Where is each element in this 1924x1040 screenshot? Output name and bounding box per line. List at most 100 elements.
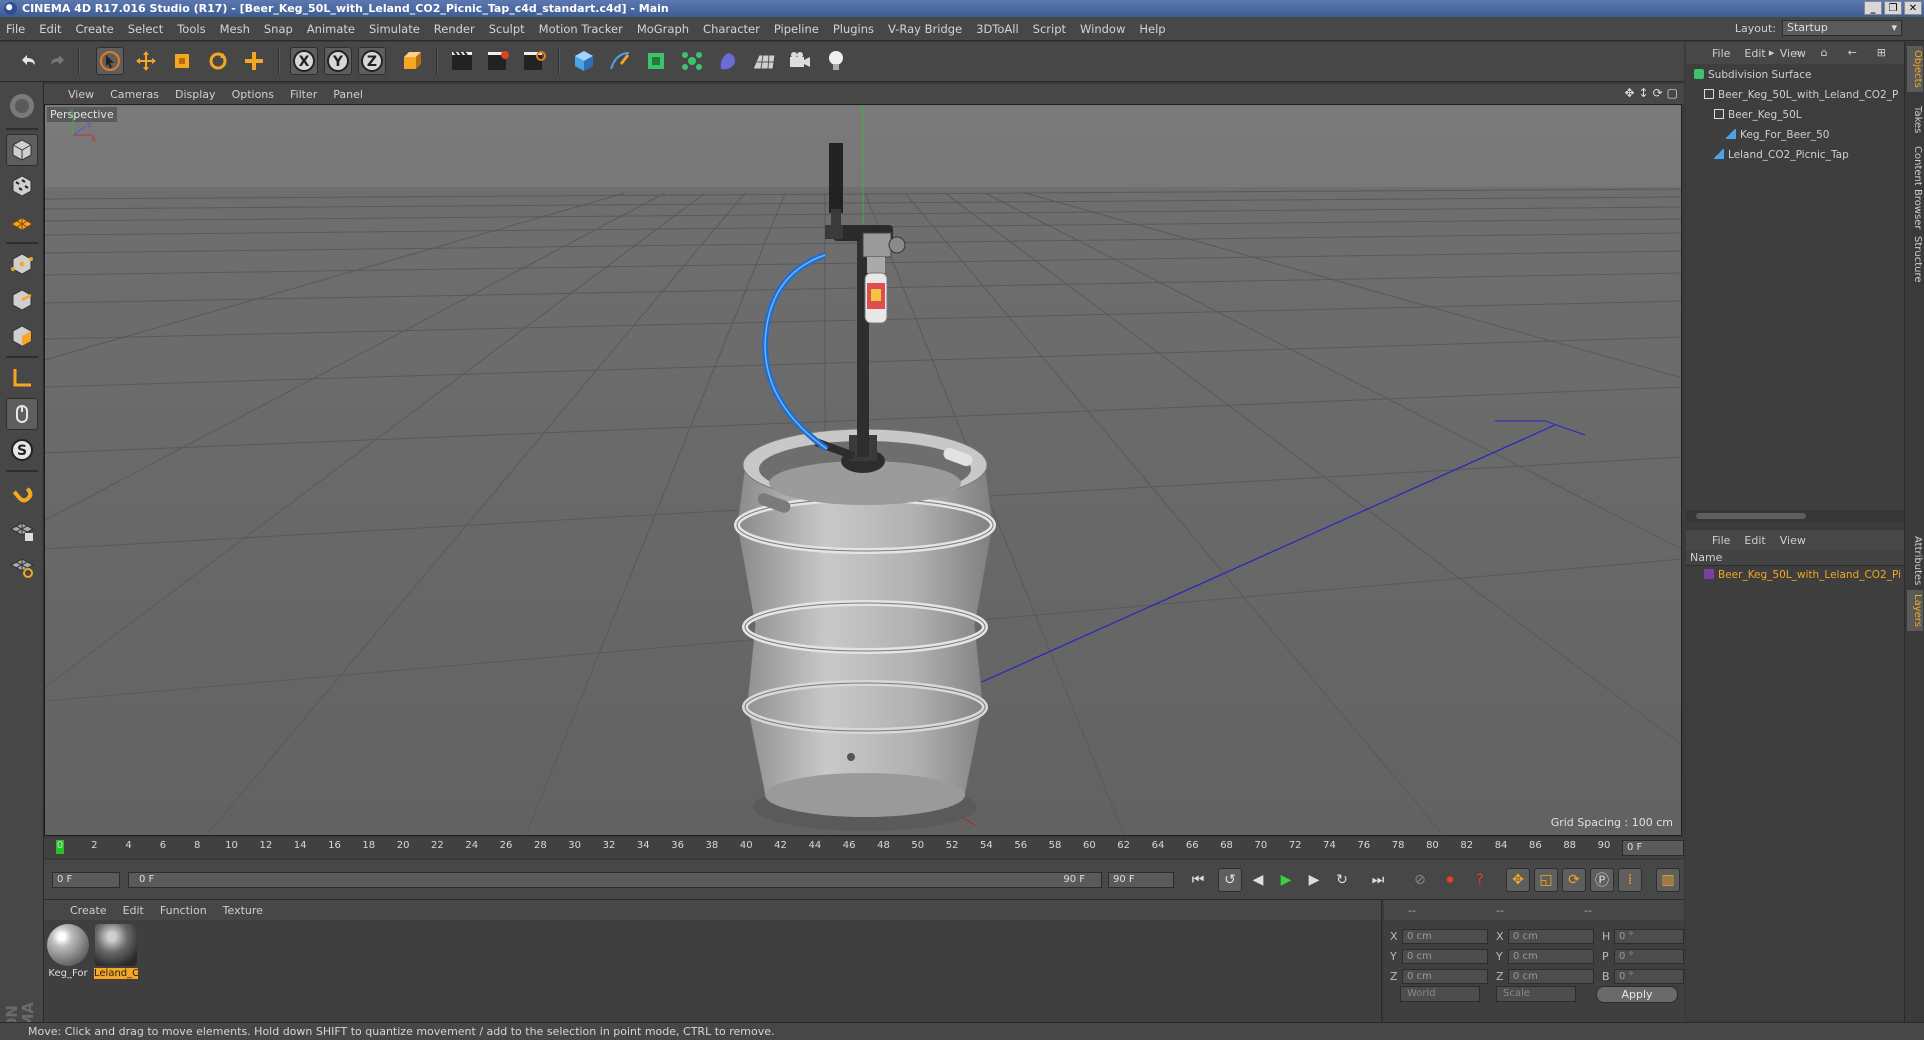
viewport-menu-cameras[interactable]: Cameras <box>110 88 159 101</box>
coord-field[interactable]: 0 ° <box>1614 948 1684 964</box>
light-icon[interactable] <box>822 47 850 75</box>
menu-simulate[interactable]: Simulate <box>369 22 420 36</box>
layer-menu-file[interactable]: File <box>1712 534 1730 547</box>
workplane-mode-icon[interactable] <box>6 206 38 238</box>
floor-icon[interactable] <box>750 47 778 75</box>
model-mode-icon[interactable] <box>6 134 38 166</box>
key-pla-icon[interactable]: ⁞ <box>1618 868 1642 892</box>
cinema4d-logo-icon[interactable] <box>6 90 38 122</box>
viewport-menu-panel[interactable]: Panel <box>333 88 363 101</box>
locked-workplane-icon[interactable] <box>6 550 38 582</box>
edit-render-settings-icon[interactable] <box>520 47 548 75</box>
object-menu-edit[interactable]: Edit <box>1744 47 1765 60</box>
coord-system-icon[interactable] <box>398 47 426 75</box>
object-tree-scrollbar[interactable] <box>1686 510 1904 522</box>
subdivision-icon[interactable] <box>642 47 670 75</box>
next-key-icon[interactable]: ↻ <box>1330 868 1354 892</box>
viewport-menu-filter[interactable]: Filter <box>290 88 317 101</box>
timeline-window-icon[interactable]: ▥ <box>1656 868 1680 892</box>
layout-dropdown[interactable]: Startup <box>1782 20 1902 36</box>
expand-icon[interactable]: ⊞ <box>1877 46 1886 60</box>
menu-file[interactable]: File <box>6 22 25 36</box>
menu-3dtoall[interactable]: 3DToAll <box>976 22 1019 36</box>
z-axis-icon[interactable]: Z <box>358 47 386 75</box>
render-view-icon[interactable] <box>448 47 476 75</box>
menu-snap[interactable]: Snap <box>264 22 293 36</box>
menu-script[interactable]: Script <box>1033 22 1066 36</box>
deformer-icon[interactable] <box>714 47 742 75</box>
menu-plugins[interactable]: Plugins <box>833 22 874 36</box>
add-icon[interactable] <box>240 47 268 75</box>
home-icon[interactable]: ⌂ <box>1821 46 1828 60</box>
coord-field[interactable]: 0 cm <box>1508 928 1594 944</box>
tree-item-beer-keg-group[interactable]: Beer_Keg_50L_with_Leland_CO2_P <box>1686 86 1904 104</box>
restore-button[interactable]: ❐ <box>1884 1 1902 15</box>
menu-sculpt[interactable]: Sculpt <box>489 22 525 36</box>
viewport-menu-display[interactable]: Display <box>175 88 216 101</box>
tree-item-keg-for-beer[interactable]: Keg_For_Beer_50 <box>1686 126 1904 144</box>
menu-create[interactable]: Create <box>76 22 114 36</box>
maximize-icon[interactable]: ▢ <box>1667 86 1678 100</box>
play-icon[interactable]: ▶ <box>1274 868 1298 892</box>
coord-field[interactable]: 0 ° <box>1614 928 1684 944</box>
viewport-menu-options[interactable]: Options <box>232 88 274 101</box>
x-axis-icon[interactable]: X <box>290 47 318 75</box>
tree-item-subdivision-surface[interactable]: Subdivision Surface <box>1686 66 1904 84</box>
back-icon[interactable]: ← <box>1848 46 1857 60</box>
close-button[interactable]: ✕ <box>1904 1 1922 15</box>
rotate-icon[interactable] <box>204 47 232 75</box>
camera-icon[interactable] <box>786 47 814 75</box>
coord-size-dropdown[interactable]: Scale <box>1496 986 1576 1002</box>
key-parameter-icon[interactable]: Ⓟ <box>1590 868 1614 892</box>
menu-select[interactable]: Select <box>128 22 163 36</box>
snap-icon[interactable]: S <box>6 434 38 466</box>
previous-key-icon[interactable]: ↺ <box>1218 868 1242 892</box>
tab-objects[interactable]: Objects <box>1907 46 1923 92</box>
tab-attributes[interactable]: Attributes <box>1907 532 1923 589</box>
polygons-mode-icon[interactable] <box>6 320 38 352</box>
enable-axis-icon[interactable] <box>6 514 38 546</box>
record-keys-icon[interactable]: ⊘ <box>1408 868 1432 892</box>
orbit-icon[interactable]: ⟳ <box>1653 86 1663 100</box>
select-arrow-icon[interactable] <box>96 47 124 75</box>
layer-row[interactable]: Beer_Keg_50L_with_Leland_CO2_Pi <box>1686 566 1904 584</box>
menu-animate[interactable]: Animate <box>307 22 355 36</box>
cloner-icon[interactable] <box>678 47 706 75</box>
pan-icon[interactable]: ✥ <box>1624 86 1634 100</box>
key-rotation-icon[interactable]: ⟳ <box>1562 868 1586 892</box>
material-menu-texture[interactable]: Texture <box>223 904 263 917</box>
current-frame-field[interactable]: 0 F <box>1622 840 1684 856</box>
menu-help[interactable]: Help <box>1139 22 1165 36</box>
coord-field[interactable]: 0 cm <box>1402 948 1488 964</box>
redo-icon[interactable] <box>44 47 72 75</box>
apply-button[interactable]: Apply <box>1596 986 1678 1003</box>
coord-field[interactable]: 0 ° <box>1614 968 1684 984</box>
coord-field[interactable]: 0 cm <box>1508 948 1594 964</box>
menu-tools[interactable]: Tools <box>177 22 205 36</box>
pen-icon[interactable] <box>606 47 634 75</box>
cube-icon[interactable] <box>570 47 598 75</box>
tab-content-browser[interactable]: Content Browser <box>1907 142 1923 233</box>
autokey-icon[interactable]: ⏺ <box>1438 868 1462 892</box>
layer-menu-view[interactable]: View <box>1780 534 1806 547</box>
y-axis-icon[interactable]: Y <box>324 47 352 75</box>
menu-mograph[interactable]: MoGraph <box>637 22 689 36</box>
material-menu-function[interactable]: Function <box>160 904 207 917</box>
start-frame-field[interactable]: 0 F <box>52 872 120 888</box>
keyframe-selection-icon[interactable]: ? <box>1468 868 1492 892</box>
key-scale-icon[interactable]: ◱ <box>1534 868 1558 892</box>
go-to-end-icon[interactable]: ⏭ <box>1366 868 1390 892</box>
tweak-mode-icon[interactable] <box>6 398 38 430</box>
timeline-ruler[interactable]: 0 2 4 6 8 10 12 14 16 18 20 22 24 26 28 30 32 34 36 38 40 42 4… <box>44 838 1684 858</box>
end-frame-field[interactable]: 90 F <box>1108 872 1174 888</box>
key-position-icon[interactable]: ✥ <box>1506 868 1530 892</box>
menu-mesh[interactable]: Mesh <box>220 22 250 36</box>
next-frame-icon[interactable]: ▶ <box>1302 868 1326 892</box>
undo-icon[interactable] <box>14 47 42 75</box>
more-arrow-icon[interactable]: ▸ <box>1769 46 1775 60</box>
tab-takes[interactable]: Takes <box>1907 102 1923 137</box>
menu-motion-tracker[interactable]: Motion Tracker <box>539 22 623 36</box>
coord-field[interactable]: 0 cm <box>1402 928 1488 944</box>
material-swatch[interactable]: Leland_C <box>94 924 138 979</box>
move-icon[interactable] <box>132 47 160 75</box>
